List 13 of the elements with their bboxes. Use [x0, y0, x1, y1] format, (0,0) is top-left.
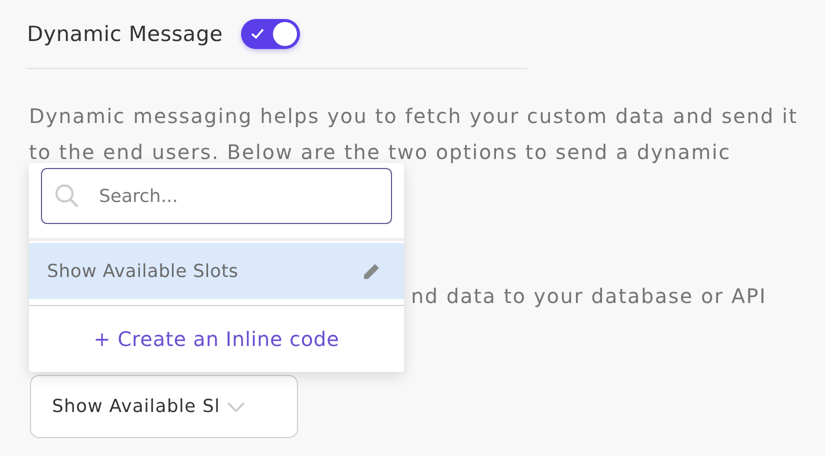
- chevron-down-icon: [226, 400, 246, 412]
- search-icon: [54, 183, 80, 209]
- create-inline-code-link[interactable]: + Create an Inline code: [94, 327, 340, 351]
- section-title: Dynamic Message: [27, 22, 223, 46]
- description-text: nd data to your database or API: [411, 284, 767, 308]
- checkmark-icon: [250, 28, 264, 39]
- dropdown-option[interactable]: Show Available Slots: [29, 243, 404, 299]
- toggle-switch[interactable]: [240, 19, 300, 49]
- search-field[interactable]: Search...: [41, 168, 392, 224]
- description-text: Dynamic messaging helps you to fetch your custom data and send it: [29, 103, 799, 130]
- pencil-icon[interactable]: [362, 261, 382, 281]
- description-text: to the end users. Below are the two options to send a dynamic: [29, 139, 732, 166]
- slot-select[interactable]: Show Available Sl: [30, 375, 298, 438]
